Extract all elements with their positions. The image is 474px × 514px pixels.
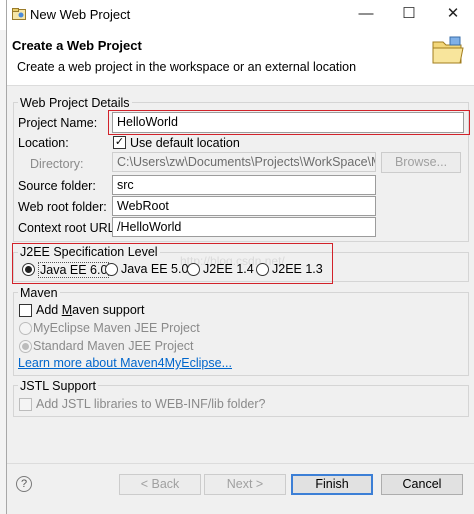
radio-java-ee-5-button[interactable] [105,263,118,276]
minimize-button[interactable]: — [355,4,377,24]
use-default-location-checkbox[interactable]: ✓ [113,136,126,149]
add-jstl-checkbox[interactable] [19,398,32,411]
radio-standard-maven-label: Standard Maven JEE Project [33,339,194,353]
details-group-label: Web Project Details [18,96,132,110]
page-description: Create a web project in the workspace or… [17,60,357,74]
finish-button[interactable]: Finish [291,474,373,495]
radio-j2ee-1-4-button[interactable] [187,263,200,276]
directory-label: Directory: [30,157,84,171]
source-folder-label: Source folder: [18,179,96,193]
radio-java-ee-6-button[interactable] [22,263,35,276]
web-root-folder-label: Web root folder: [18,200,107,214]
web-root-folder-input[interactable]: WebRoot [112,196,376,216]
help-icon[interactable]: ? [16,476,32,492]
add-maven-mnemonic: M [61,303,73,317]
project-name-label: Project Name: [18,116,98,130]
radio-java-ee-5-label: Java EE 5.0 [121,262,189,276]
radio-j2ee-1-3-button[interactable] [256,263,269,276]
add-maven-support-label: Add Maven support [36,303,144,317]
close-button[interactable]: ✕ [442,4,464,24]
radio-java-ee-6-label: Java EE 6.0 [38,262,110,278]
back-button[interactable]: < Back [119,474,201,495]
radio-j2ee-1-3-label: J2EE 1.3 [272,262,323,276]
use-default-location-label: Use default location [130,136,240,150]
context-root-url-input[interactable]: /HelloWorld [112,217,376,237]
page-title: Create a Web Project [12,38,142,53]
radio-standard-maven-button[interactable] [19,340,32,353]
radio-j2ee-1-4-label: J2EE 1.4 [203,262,254,276]
web-project-icon [12,8,26,20]
cancel-button[interactable]: Cancel [381,474,463,495]
next-button[interactable]: Next > [204,474,286,495]
add-jstl-label: Add JSTL libraries to WEB-INF/lib folder… [36,397,266,411]
radio-myeclipse-maven-button[interactable] [19,322,32,335]
location-label: Location: [18,136,69,150]
window-title: New Web Project [30,7,131,22]
directory-input[interactable]: C:\Users\zw\Documents\Projects\WorkSpace… [112,152,376,172]
radio-myeclipse-maven-label: MyEclipse Maven JEE Project [33,321,200,335]
source-folder-input[interactable]: src [112,175,376,195]
footer-separator [7,463,474,464]
add-maven-suffix: aven support [72,303,145,317]
project-name-input[interactable]: HelloWorld [112,112,464,133]
maximize-button[interactable]: ☐ [398,4,420,24]
add-maven-support-checkbox[interactable] [19,304,32,317]
learn-more-maven-link[interactable]: Learn more about Maven4MyEclipse... [18,356,232,370]
maven-group-label: Maven [18,286,60,300]
open-folder-icon [432,36,464,64]
context-root-url-label: Context root URL: [18,221,119,235]
add-maven-prefix: Add [36,303,62,317]
browse-button[interactable]: Browse... [381,152,461,173]
jstl-group-label: JSTL Support [18,379,98,393]
j2ee-group-label: J2EE Specification Level [18,245,160,259]
